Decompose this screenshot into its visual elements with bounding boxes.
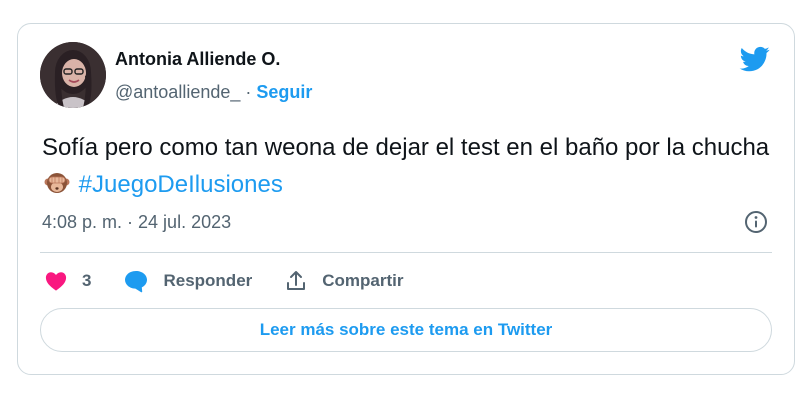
follow-button[interactable]: Seguir bbox=[256, 82, 312, 102]
tweet-text: Sofía pero como tan weona de dejar el te… bbox=[42, 129, 782, 203]
read-more-label: Leer más sobre este tema en Twitter bbox=[259, 320, 553, 339]
share-label: Compartir bbox=[322, 271, 404, 290]
hashtag-link[interactable]: #JuegoDeIlusiones bbox=[79, 171, 283, 198]
see-no-evil-monkey-icon bbox=[44, 173, 70, 193]
avatar[interactable] bbox=[40, 42, 106, 108]
twitter-bird-icon[interactable] bbox=[738, 44, 772, 74]
action-bar: 3 Responder Compartir bbox=[44, 266, 404, 296]
like-count: 3 bbox=[82, 271, 92, 290]
reply-bubble-icon bbox=[125, 271, 148, 293]
divider bbox=[40, 252, 772, 253]
author-handle[interactable]: @antoalliende_ bbox=[115, 82, 240, 102]
author-name[interactable]: Antonia Alliende O. bbox=[115, 49, 280, 70]
reply-button[interactable]: Responder bbox=[123, 269, 284, 293]
heart-icon bbox=[45, 272, 67, 291]
tweet-timestamp[interactable]: 4:08 p. m. · 24 jul. 2023 bbox=[42, 212, 231, 233]
handle-separator: · bbox=[240, 82, 257, 102]
tweet-body: Sofía pero como tan weona de dejar el te… bbox=[42, 134, 770, 161]
like-button[interactable]: 3 bbox=[44, 269, 123, 293]
reply-label: Responder bbox=[163, 271, 253, 290]
info-icon[interactable] bbox=[744, 210, 768, 234]
share-icon bbox=[287, 271, 306, 290]
tweet-card: Antonia Alliende O. @antoalliende_ · Seg… bbox=[17, 23, 795, 375]
handle-row: @antoalliende_ · Seguir bbox=[115, 82, 312, 103]
read-more-button[interactable]: Leer más sobre este tema en Twitter bbox=[40, 308, 772, 352]
share-button[interactable]: Compartir bbox=[284, 269, 404, 293]
